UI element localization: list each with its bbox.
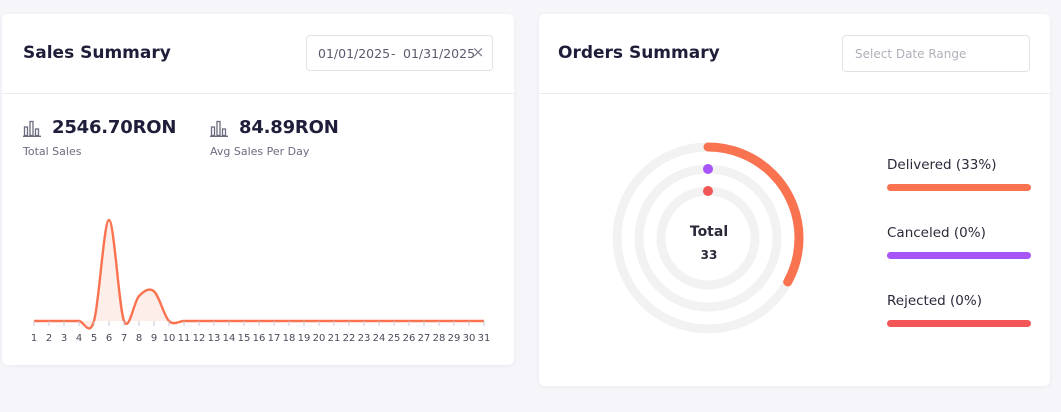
x-tick-label: 7 bbox=[121, 333, 127, 344]
x-tick-label: 19 bbox=[298, 333, 311, 344]
legend-delivered-bar bbox=[887, 184, 1031, 191]
legend-delivered-label: Delivered (33%) bbox=[887, 157, 997, 173]
x-tick-label: 2 bbox=[46, 333, 52, 344]
legend-rejected: Rejected (0%) bbox=[887, 293, 1031, 327]
x-tick-label: 31 bbox=[478, 333, 491, 344]
x-tick-label: 27 bbox=[418, 333, 431, 344]
x-tick-label: 30 bbox=[463, 333, 476, 344]
radial-bar-canceled bbox=[703, 164, 713, 174]
orders-total-label: Total bbox=[689, 224, 729, 240]
legend-rejected-bar bbox=[887, 320, 1031, 327]
x-tick-label: 3 bbox=[61, 333, 67, 344]
x-tick-label: 24 bbox=[373, 333, 386, 344]
date-range-end: 01/31/2025 bbox=[403, 46, 476, 61]
x-tick-label: 10 bbox=[163, 333, 176, 344]
x-tick-label: 17 bbox=[268, 333, 281, 344]
legend-canceled-label: Canceled (0%) bbox=[887, 225, 986, 241]
x-tick-label: 21 bbox=[328, 333, 341, 344]
x-tick-label: 1 bbox=[31, 333, 37, 344]
date-range-separator: - bbox=[391, 46, 396, 61]
x-tick-label: 26 bbox=[403, 333, 416, 344]
x-tick-label: 12 bbox=[193, 333, 206, 344]
x-tick-label: 15 bbox=[238, 333, 251, 344]
sales-summary-title: Sales Summary bbox=[23, 43, 171, 63]
avg-sales-label: Avg Sales Per Day bbox=[210, 145, 310, 158]
x-tick-label: 28 bbox=[433, 333, 446, 344]
x-tick-label: 23 bbox=[358, 333, 371, 344]
sales-summary-header: Sales Summary 01/01/2025 - 01/31/2025 × bbox=[2, 14, 514, 94]
orders-total-value: 33 bbox=[700, 248, 718, 262]
x-tick-label: 13 bbox=[208, 333, 221, 344]
orders-summary-card: Orders Summary Total 33 Delivered (33%) … bbox=[539, 14, 1050, 386]
bar-chart-icon bbox=[210, 120, 228, 137]
x-tick-label: 4 bbox=[76, 333, 82, 344]
bar-chart-icon bbox=[23, 120, 41, 137]
total-sales-value: 2546.70RON bbox=[52, 117, 177, 138]
x-tick-label: 8 bbox=[136, 333, 142, 344]
legend-rejected-label: Rejected (0%) bbox=[887, 293, 982, 309]
x-tick-label: 18 bbox=[283, 333, 296, 344]
x-tick-label: 16 bbox=[253, 333, 266, 344]
legend-canceled: Canceled (0%) bbox=[887, 225, 1031, 259]
x-tick-label: 11 bbox=[178, 333, 191, 344]
x-tick-label: 25 bbox=[388, 333, 401, 344]
x-tick-label: 6 bbox=[106, 333, 112, 344]
x-tick-label: 9 bbox=[151, 333, 157, 344]
x-tick-label: 14 bbox=[223, 333, 236, 344]
total-sales-label: Total Sales bbox=[23, 145, 82, 158]
legend-delivered: Delivered (33%) bbox=[887, 157, 1031, 191]
sales-date-range-picker[interactable]: 01/01/2025 - 01/31/2025 × bbox=[306, 35, 493, 71]
clear-date-icon[interactable]: × bbox=[471, 44, 485, 60]
x-tick-label: 20 bbox=[313, 333, 326, 344]
orders-summary-title: Orders Summary bbox=[558, 43, 720, 63]
x-tick-label: 22 bbox=[343, 333, 356, 344]
sales-area-chart: 1 2 3 4 5 6 7 8 9 10 11 12 13 14 15 16 17 18 19 20 21 22 23 24 2… bbox=[31, 218, 491, 344]
sales-summary-card: Sales Summary 01/01/2025 - 01/31/2025 × … bbox=[2, 14, 514, 365]
radial-bar-rejected bbox=[703, 186, 713, 196]
date-range-start: 01/01/2025 bbox=[318, 46, 391, 61]
legend-canceled-bar bbox=[887, 252, 1031, 259]
x-tick-label: 29 bbox=[448, 333, 461, 344]
orders-summary-header: Orders Summary bbox=[539, 14, 1050, 94]
avg-sales-value: 84.89RON bbox=[239, 117, 339, 138]
orders-date-range-input[interactable] bbox=[842, 35, 1030, 72]
x-tick-label: 5 bbox=[91, 333, 97, 344]
